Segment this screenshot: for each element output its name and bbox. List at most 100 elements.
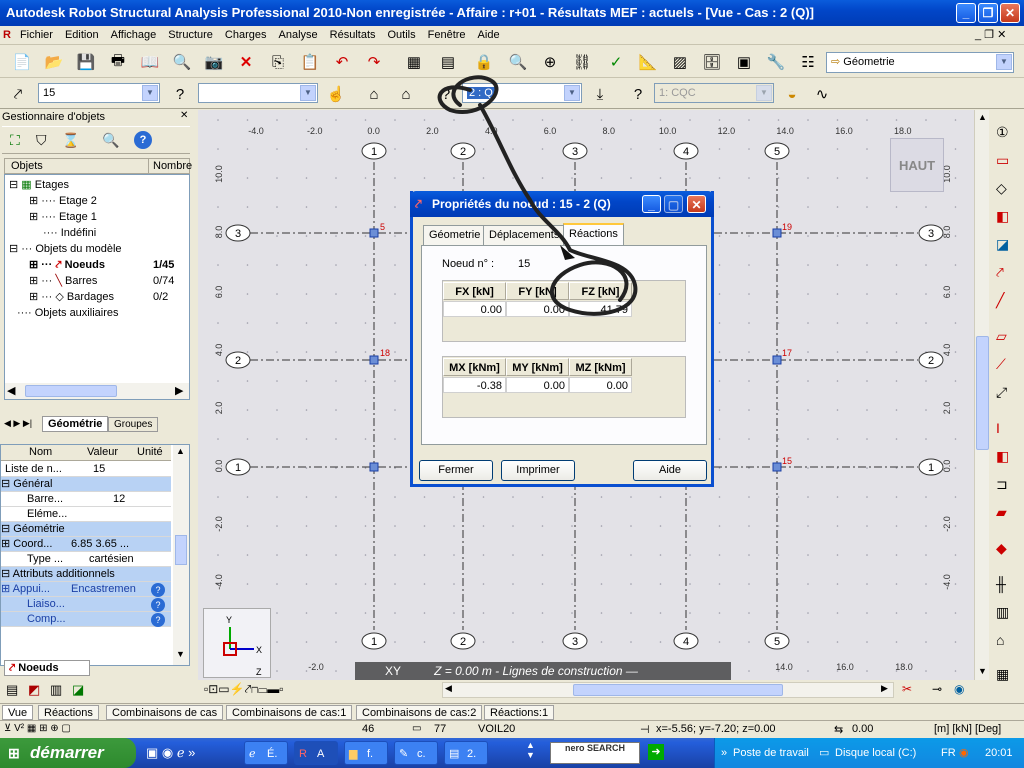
close-icon[interactable]: ✕ <box>180 110 188 121</box>
tool-icon[interactable]: ⌂ <box>996 632 1004 648</box>
bar-combo[interactable]: ▼ <box>198 83 318 103</box>
print-icon[interactable]: 🖶 <box>106 50 130 74</box>
restore-button[interactable]: ❐ <box>978 3 998 23</box>
copy-icon[interactable]: ⎘ <box>266 50 290 74</box>
tool-icon[interactable]: ▰ <box>996 504 1007 521</box>
tool-icon[interactable]: ⤤ <box>996 264 1004 281</box>
scroll-thumb[interactable] <box>175 535 187 565</box>
menu-outils[interactable]: Outils <box>382 26 422 44</box>
tool-icon[interactable]: ◪ <box>72 682 84 698</box>
app-icon[interactable]: R <box>0 26 14 44</box>
snap-icon[interactable]: ▫⊡▭⚡⤤⊓▭▬▫ <box>204 682 284 697</box>
tool-icon[interactable]: ◩ <box>28 682 40 698</box>
view-selector[interactable]: ⇨ Géometrie ▼ <box>826 52 1014 73</box>
canvas-vscrollbar[interactable]: ▲ ▼ <box>974 110 989 680</box>
pointer-help-icon[interactable]: ☝ <box>324 82 348 106</box>
node-select-icon[interactable]: ⤤ <box>6 82 30 106</box>
tab-combinations-2[interactable]: Combinaisons de cas:2 <box>356 705 483 720</box>
tree-item-etages[interactable]: ⊟ ▦ Etages <box>9 177 69 193</box>
tab-geometry[interactable]: Géométrie <box>42 416 109 432</box>
tray-app-icon[interactable]: ◉ <box>959 738 969 768</box>
task-item[interactable]: ▆ f. <box>344 741 388 765</box>
tray-disk[interactable]: Disque local (C:) <box>835 738 916 768</box>
database-icon[interactable]: 🗄 <box>700 50 724 74</box>
scroll-right-icon[interactable]: ▶ <box>881 683 888 694</box>
scroll-right-icon[interactable]: ▶ <box>175 384 183 397</box>
tab-vue[interactable]: Vue <box>2 705 34 720</box>
tool-icon[interactable]: ① <box>996 124 1009 141</box>
quicklaunch-icon[interactable]: ▣ ◉ ℯ » <box>146 745 195 761</box>
mass-icon[interactable]: ◒ <box>780 82 804 106</box>
eye-icon[interactable]: ◉ <box>954 682 964 696</box>
scroll-thumb[interactable] <box>573 684 783 696</box>
new-file-icon[interactable]: 📄 <box>10 50 34 74</box>
column-objects[interactable]: Objets <box>11 160 43 172</box>
help-icon[interactable]: ? <box>134 131 152 149</box>
tool-icon[interactable]: ▤ <box>6 682 18 698</box>
redo-icon[interactable]: ↷ <box>362 50 386 74</box>
tree-item-cladding[interactable]: ⊞ ··· ◇ Bardages <box>29 289 114 305</box>
prop-section[interactable]: ⊟ Géométrie <box>1 522 171 537</box>
scroll-down-icon[interactable]: ▼ <box>978 666 987 676</box>
tool-icon[interactable]: ⤢ <box>996 384 1007 401</box>
tree-item-nodes[interactable]: ⊞ ··· ⤤ Noeuds <box>29 257 105 273</box>
tab-nav-icon[interactable]: ◀ ▶ ▶| <box>4 418 32 429</box>
save-icon[interactable]: 💾 <box>74 50 98 74</box>
tool-icon[interactable]: ◆ <box>996 540 1007 557</box>
tab-reactions-1[interactable]: Réactions:1 <box>484 705 555 720</box>
view-cube-top[interactable]: HAUT <box>890 138 944 192</box>
camera-icon[interactable]: 📷 <box>202 50 226 74</box>
tool-icon[interactable]: ⟋ <box>996 356 1006 373</box>
properties-vscrollbar[interactable]: ▲ ▼ <box>173 445 189 665</box>
tray-workstation[interactable]: Poste de travail <box>733 738 809 768</box>
status-units[interactable]: [m] [kN] [Deg] <box>934 723 1001 735</box>
help-icon[interactable]: ? <box>151 583 165 597</box>
tool-icon[interactable]: I <box>996 420 1000 436</box>
tree-item-aux-objects[interactable]: ···· Objets auxiliaires <box>17 305 118 321</box>
prop-row[interactable]: Type ... cartésien <box>1 552 171 567</box>
close-button[interactable]: ✕ <box>1000 3 1020 23</box>
scroll-thumb[interactable] <box>976 336 989 450</box>
help-button[interactable]: Aide <box>633 460 707 481</box>
undo-icon[interactable]: ↶ <box>330 50 354 74</box>
tree-item-etage1[interactable]: ⊞ ···· Etage 1 <box>29 209 97 225</box>
scissors-icon[interactable]: ✂ <box>902 682 912 696</box>
dialog-close-button[interactable]: ✕ <box>687 195 706 213</box>
tab-combinations[interactable]: Combinaisons de cas <box>106 705 224 720</box>
prop-row[interactable]: ⊞ Appui... Encastremen <box>1 582 171 597</box>
prop-row[interactable]: ⊞ Coord... 6.85 3.65 ... <box>1 537 171 552</box>
menu-structure[interactable]: Structure <box>162 26 219 44</box>
prop-section[interactable]: ⊟ Attributs additionnels <box>1 567 171 582</box>
menu-affichage[interactable]: Affichage <box>105 26 163 44</box>
minimize-button[interactable]: _ <box>956 3 976 23</box>
scroll-up-icon[interactable]: ▲ <box>176 446 185 456</box>
prop-row[interactable]: Comp... <box>1 612 171 627</box>
tool-icon[interactable]: ▦ <box>996 666 1009 683</box>
menu-edition[interactable]: Edition <box>59 26 105 44</box>
desktop-chevron-icon[interactable]: » <box>721 738 727 768</box>
canvas-hscrollbar[interactable]: ◀ ▶ <box>442 682 894 698</box>
prop-row[interactable]: Liste de n... 15 <box>1 462 171 477</box>
scroll-left-icon[interactable]: ◀ <box>445 683 452 694</box>
scroll-down-icon[interactable]: ▼ <box>176 649 185 659</box>
scroll-left-icon[interactable]: ◀ <box>7 384 15 397</box>
tree-hscrollbar[interactable]: ◀ ▶ <box>5 383 189 399</box>
task-item[interactable]: ✎ c. <box>394 741 438 765</box>
tool-icon[interactable]: ◧ <box>996 448 1009 465</box>
tool-icon[interactable]: ▥ <box>50 682 62 698</box>
tool-icon[interactable]: ◧ <box>996 208 1009 225</box>
menu-resultats[interactable]: Résultats <box>324 26 382 44</box>
chevron-down-icon[interactable]: ▼ <box>142 85 158 101</box>
status-tools-icon[interactable]: ⊻ V² ▦ ⊞ ⊕ ▢ <box>4 723 71 734</box>
column-number[interactable]: Nombre <box>153 160 192 172</box>
task-item[interactable]: ℯ É. <box>244 741 288 765</box>
help-icon[interactable]: ? <box>151 613 165 627</box>
tool-icon[interactable]: ▱ <box>996 328 1007 345</box>
mdi-controls[interactable]: _ ❐ ✕ <box>975 28 1006 41</box>
menu-fenetre[interactable]: Fenêtre <box>422 26 472 44</box>
help-icon[interactable]: ? <box>151 598 165 612</box>
tree-item-bars[interactable]: ⊞ ··· ╲ Barres <box>29 273 97 289</box>
chevron-down-icon[interactable]: ▼ <box>996 54 1012 70</box>
tool-icon[interactable]: ⊐ <box>996 476 1008 493</box>
question-icon[interactable]: ? <box>168 82 192 106</box>
